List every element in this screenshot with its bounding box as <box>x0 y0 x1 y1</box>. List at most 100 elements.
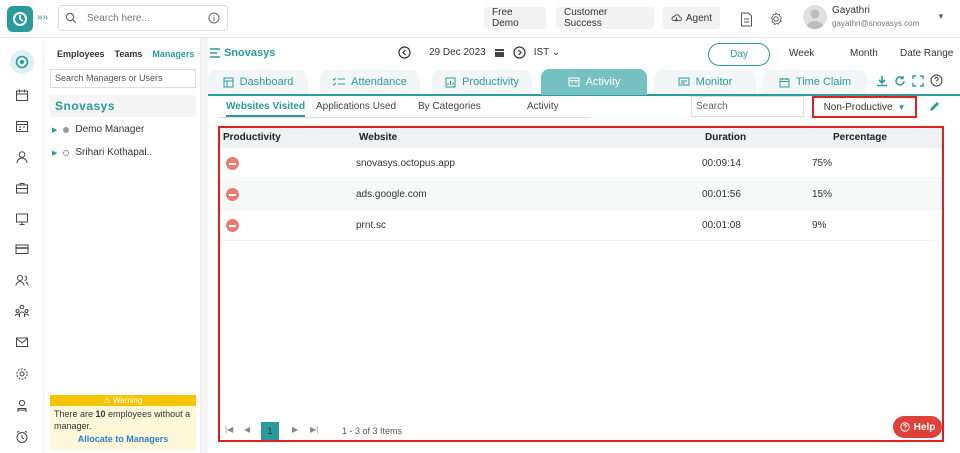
tab-label: Dashboard <box>239 76 294 88</box>
expand-triangle-icon[interactable]: ▶ <box>52 126 57 134</box>
productivity-filter-select[interactable]: Non-Productive ▼ <box>812 96 917 118</box>
user-email: gayathri@snovasys.com <box>832 19 920 28</box>
expand-menu-icon[interactable]: »» <box>37 12 48 23</box>
activity-icon <box>568 77 580 87</box>
table-row[interactable]: snovasys.octopus.app 00:09:14 75% <box>220 149 942 179</box>
first-page-icon[interactable]: |◀ <box>225 425 233 434</box>
sidebar-scrollbar[interactable] <box>201 38 208 453</box>
nav-monitor-icon[interactable] <box>12 209 32 229</box>
cell-percentage: 75% <box>812 158 833 169</box>
chevron-down-icon[interactable]: ▼ <box>937 12 945 21</box>
nav-org-icon[interactable] <box>12 301 32 321</box>
tab-teams[interactable]: Teams <box>115 49 143 59</box>
refresh-icon[interactable] <box>894 75 906 87</box>
main-tabs: Dashboard Attendance Productivity Activi… <box>208 69 960 96</box>
range-day-button[interactable]: Day <box>708 43 770 66</box>
free-demo-button[interactable]: Free Demo <box>484 7 546 29</box>
col-website[interactable]: Website <box>359 132 397 143</box>
tab-employees[interactable]: Employees <box>57 49 105 59</box>
subtab-applications-used[interactable]: Applications Used <box>316 101 396 112</box>
prev-date-icon[interactable] <box>398 46 411 59</box>
tab-activity[interactable]: Activity <box>541 69 647 95</box>
download-icon[interactable] <box>876 75 888 87</box>
agent-button[interactable]: Agent <box>663 7 720 29</box>
report-icon[interactable] <box>735 8 757 30</box>
nav-team-icon[interactable] <box>12 270 32 290</box>
non-productive-icon <box>226 157 239 170</box>
col-percentage[interactable]: Percentage <box>833 132 887 143</box>
nav-mail-icon[interactable] <box>12 332 32 352</box>
cell-website: prnt.sc <box>356 220 387 231</box>
sidebar-org-name[interactable]: Snovasys <box>50 95 196 117</box>
tab-label: Time Claim <box>795 76 852 88</box>
pagination: |◀ ◀ 1 ▶ ▶| 1 - 3 of 3 Items <box>220 421 942 441</box>
table-row[interactable]: ads.google.com 00:01:56 15% <box>220 180 942 210</box>
nav-briefcase-icon[interactable] <box>12 178 32 198</box>
settings-icon[interactable] <box>765 8 787 30</box>
last-page-icon[interactable]: ▶| <box>310 425 318 434</box>
edit-pencil-icon[interactable] <box>928 100 941 113</box>
range-date-range-button[interactable]: Date Range <box>900 48 953 59</box>
manager-name: Demo Manager <box>75 124 145 135</box>
menu-icon[interactable] <box>210 48 221 58</box>
sidebar-tabs: Employees Teams Managers <box>57 49 194 59</box>
app-logo-icon[interactable] <box>7 6 33 32</box>
fullscreen-icon[interactable] <box>912 74 924 87</box>
table-row[interactable]: prnt.sc 00:01:08 9% <box>220 211 942 241</box>
pager-summary: 1 - 3 of 3 Items <box>342 426 403 436</box>
next-page-icon[interactable]: ▶ <box>292 425 298 434</box>
manager-search-input[interactable]: Search Managers or Users <box>50 69 196 88</box>
tab-managers[interactable]: Managers <box>152 49 194 59</box>
tab-attendance[interactable]: Attendance <box>320 70 420 94</box>
customer-success-button[interactable]: Customer Success <box>556 7 654 29</box>
avatar[interactable] <box>803 5 827 29</box>
cell-website: ads.google.com <box>356 189 427 200</box>
table-search-input[interactable]: Search <box>691 96 804 117</box>
tab-time-claim[interactable]: Time Claim <box>763 70 867 94</box>
status-dot-icon <box>63 126 70 133</box>
checklist-icon <box>333 77 346 86</box>
nav-alarm-icon[interactable] <box>12 427 32 447</box>
allocate-managers-link[interactable]: Allocate to Managers <box>50 434 196 444</box>
info-icon[interactable] <box>208 12 220 24</box>
chevron-down-icon: ⌄ <box>551 47 561 58</box>
col-productivity[interactable]: Productivity <box>223 132 281 143</box>
main-org: Snovasys <box>210 47 275 59</box>
global-search[interactable]: Search here... <box>58 5 228 31</box>
subtab-by-categories[interactable]: By Categories <box>418 101 481 112</box>
tree-item-srihari[interactable]: ▶ Srihari Kothapal.. <box>52 147 152 158</box>
subtab-activity[interactable]: Activity <box>527 101 559 112</box>
tree-item-demo-manager[interactable]: ▶ Demo Manager <box>52 124 144 135</box>
help-button[interactable]: Help <box>893 416 942 438</box>
expand-triangle-icon[interactable]: ▶ <box>52 149 57 157</box>
page-current[interactable]: 1 <box>261 422 279 440</box>
next-date-icon[interactable] <box>513 46 526 59</box>
chart-icon <box>445 77 456 87</box>
subtab-websites-visited[interactable]: Websites Visited <box>226 101 306 117</box>
calendar-icon[interactable] <box>494 47 505 58</box>
main-content: Snovasys 29 Dec 2023 IST ⌄ Day Week Mont… <box>208 38 960 453</box>
manager-name: Srihari Kothapal.. <box>75 147 153 158</box>
tab-productivity[interactable]: Productivity <box>432 70 532 94</box>
nav-timer-icon[interactable] <box>10 50 34 74</box>
range-month-button[interactable]: Month <box>850 48 878 59</box>
nav-user-icon[interactable] <box>12 147 32 167</box>
col-duration[interactable]: Duration <box>705 132 746 143</box>
prev-page-icon[interactable]: ◀ <box>244 425 250 434</box>
search-input[interactable]: Search here... <box>87 13 150 24</box>
timezone-select[interactable]: IST ⌄ <box>534 47 561 58</box>
tab-monitor[interactable]: Monitor <box>654 70 756 94</box>
websites-table: Productivity Website Duration Percentage… <box>218 126 944 442</box>
dashboard-icon <box>223 77 234 87</box>
range-week-button[interactable]: Week <box>789 48 814 59</box>
nav-calendar-icon[interactable] <box>12 85 32 105</box>
tab-dashboard[interactable]: Dashboard <box>208 70 308 94</box>
main-org-name: Snovasys <box>224 47 276 59</box>
nav-person-badge-icon[interactable] <box>12 396 32 416</box>
warning-box: ⚠ Warning There are 10 employees without… <box>50 395 196 450</box>
nav-gear-icon[interactable] <box>12 364 32 384</box>
nav-card-icon[interactable] <box>12 239 32 259</box>
cell-percentage: 9% <box>812 220 827 231</box>
help-circle-icon[interactable] <box>930 74 943 87</box>
nav-schedule-icon[interactable] <box>12 116 32 136</box>
